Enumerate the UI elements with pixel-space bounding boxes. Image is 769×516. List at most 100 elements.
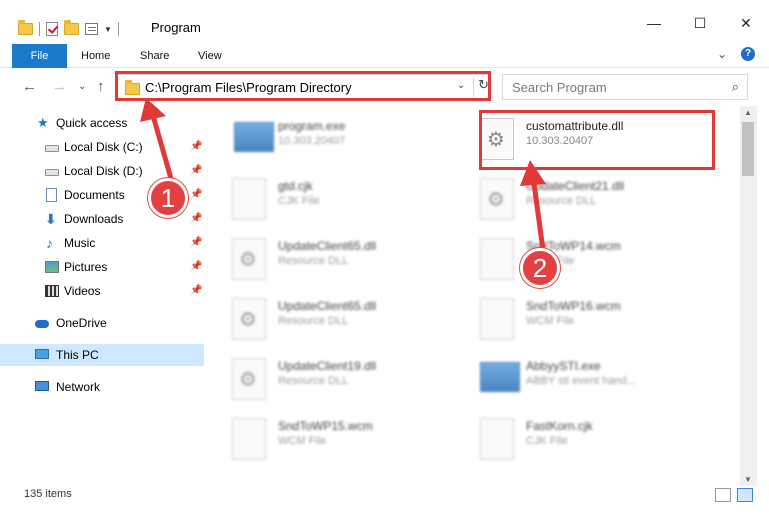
dll-gear-icon xyxy=(232,238,266,280)
tab-file[interactable]: File xyxy=(12,44,67,68)
large-icons-view-icon[interactable] xyxy=(737,488,753,502)
sidebar-item-label: Local Disk (D:) xyxy=(64,164,143,178)
file-icon xyxy=(480,238,514,280)
file-name: UpdateClient65.dll xyxy=(278,239,377,253)
file-name: SndToWP16.wcm xyxy=(526,299,621,313)
sidebar-item-music[interactable]: ♪ Music 📌 xyxy=(0,232,204,254)
file-item-customattribute-dll[interactable]: customattribute.dll 10.303.20407 xyxy=(458,108,688,164)
pin-icon[interactable]: 📌 xyxy=(190,136,202,158)
pin-icon[interactable]: 📌 xyxy=(190,160,202,182)
dll-gear-icon xyxy=(232,358,266,400)
sidebar-item-pictures[interactable]: Pictures 📌 xyxy=(0,256,204,278)
forward-arrow-icon[interactable]: → xyxy=(52,78,67,95)
scroll-down-icon[interactable]: ▼ xyxy=(744,475,752,484)
address-path[interactable]: C:\Program Files\Program Directory xyxy=(145,80,352,95)
sidebar-item-label: Music xyxy=(64,236,96,250)
file-name: AbbyySTI.exe xyxy=(526,359,601,373)
disk-icon xyxy=(45,169,59,176)
file-name: UpdateClient21.dll xyxy=(526,179,625,193)
file-item[interactable]: gtd.cjk CJK File xyxy=(210,168,440,224)
dll-gear-icon xyxy=(480,118,514,160)
ribbon: File Home Share View ⌄ ? xyxy=(0,44,769,68)
file-meta: 10.303.20407 xyxy=(278,135,346,147)
sidebar-item-network[interactable]: Network xyxy=(0,376,204,398)
status-bar: 135 items xyxy=(0,486,769,506)
new-folder-icon[interactable] xyxy=(64,20,79,35)
file-item[interactable]: UpdateClient65.dll Resource DLL xyxy=(210,288,440,344)
file-item[interactable]: SndToWP14.wcm WCM File xyxy=(458,228,688,284)
computer-icon xyxy=(35,349,49,359)
exe-icon xyxy=(480,362,520,392)
properties-check-icon[interactable] xyxy=(46,22,58,36)
videos-icon xyxy=(45,285,59,297)
up-arrow-icon[interactable]: ↑ xyxy=(97,78,105,95)
window-title: Program xyxy=(151,20,201,35)
search-icon[interactable]: ⌕ xyxy=(732,79,739,95)
file-item-program-exe[interactable]: program.exe 10.303.20407 xyxy=(210,108,440,164)
file-meta: Resource DLL xyxy=(278,315,349,327)
details-view-icon[interactable] xyxy=(715,488,731,502)
file-item[interactable]: AbbyySTI.exe ABBY sti event hand... xyxy=(458,348,688,404)
file-item[interactable]: UpdateClient65.dll Resource DLL xyxy=(210,228,440,284)
tab-home[interactable]: Home xyxy=(81,44,110,68)
file-icon xyxy=(232,418,266,460)
scroll-thumb[interactable] xyxy=(742,122,754,176)
recent-locations-icon[interactable]: ⌄ xyxy=(78,81,86,92)
file-meta: CJK File xyxy=(526,435,568,447)
maximize-button[interactable]: ☐ xyxy=(677,8,723,38)
back-arrow-icon[interactable]: ← xyxy=(22,78,37,95)
sidebar-item-label: Quick access xyxy=(56,116,128,130)
documents-icon xyxy=(46,188,57,202)
file-icon xyxy=(480,418,514,460)
help-icon[interactable]: ? xyxy=(741,47,755,61)
file-meta: CJK File xyxy=(278,195,320,207)
file-name: UpdateClient65.dll xyxy=(278,299,377,313)
vertical-scrollbar[interactable]: ▲ ▼ xyxy=(740,106,757,486)
file-item[interactable]: UpdateClient21.dll Resource DLL xyxy=(458,168,688,224)
music-icon: ♪ xyxy=(46,235,53,251)
file-item[interactable]: FastKorn.cjk CJK File xyxy=(458,408,688,464)
file-icon xyxy=(232,178,266,220)
navigation-bar: ← → ⌄ ↑ C:\Program Files\Program Directo… xyxy=(0,72,769,102)
sidebar-item-label: Local Disk (C:) xyxy=(64,140,143,154)
search-input[interactable]: Search Program xyxy=(512,80,607,95)
close-button[interactable]: ✕ xyxy=(723,8,769,38)
chevron-down-icon[interactable]: ⌄ xyxy=(457,80,465,91)
sidebar-item-label: Pictures xyxy=(64,260,108,274)
callout-badge-2: 2 xyxy=(520,248,560,288)
sidebar-item-videos[interactable]: Videos 📌 xyxy=(0,280,204,302)
pin-icon[interactable]: 📌 xyxy=(190,256,202,278)
minimize-button[interactable]: — xyxy=(631,8,677,38)
refresh-icon[interactable]: ↻ xyxy=(473,77,489,97)
file-meta: Resource DLL xyxy=(526,195,597,207)
tab-share[interactable]: Share xyxy=(140,44,169,68)
pin-icon[interactable]: 📌 xyxy=(190,232,202,254)
address-bar[interactable]: C:\Program Files\Program Directory ⌄ ↻ xyxy=(116,74,490,100)
search-box[interactable]: Search Program ⌕ xyxy=(502,74,748,100)
pin-icon[interactable]: 📌 xyxy=(190,208,202,230)
tab-view[interactable]: View xyxy=(198,44,222,68)
file-item[interactable]: SndToWP16.wcm WCM File xyxy=(458,288,688,344)
file-item[interactable]: SndToWP15.wcm WCM File xyxy=(210,408,440,464)
file-name: UpdateClient19.dll xyxy=(278,359,377,373)
title-bar: ▼ Program — ☐ ✕ xyxy=(0,0,769,44)
sidebar-item-quick-access[interactable]: ★ Quick access xyxy=(0,112,204,134)
file-list: program.exe 10.303.20407 customattribute… xyxy=(210,106,740,478)
expand-ribbon-icon[interactable]: ⌄ xyxy=(717,47,727,61)
properties-icon[interactable] xyxy=(85,23,98,35)
sidebar-item-this-pc[interactable]: This PC xyxy=(0,344,204,366)
file-meta: WCM File xyxy=(278,435,327,447)
sidebar-item-label: Network xyxy=(56,380,101,394)
sidebar-item-local-disk-c[interactable]: Local Disk (C:) 📌 xyxy=(0,136,204,158)
cloud-icon xyxy=(35,320,49,328)
pin-icon[interactable]: 📌 xyxy=(190,184,202,206)
sidebar-item-label: This PC xyxy=(56,348,99,362)
toolbar-separator xyxy=(39,22,40,36)
pin-icon[interactable]: 📌 xyxy=(190,280,202,302)
star-icon: ★ xyxy=(37,115,49,130)
file-item[interactable]: UpdateClient19.dll Resource DLL xyxy=(210,348,440,404)
customize-toolbar-icon[interactable]: ▼ xyxy=(104,25,112,34)
file-name: program.exe xyxy=(278,119,346,133)
sidebar-item-onedrive[interactable]: OneDrive xyxy=(0,312,204,334)
scroll-up-icon[interactable]: ▲ xyxy=(744,108,752,117)
